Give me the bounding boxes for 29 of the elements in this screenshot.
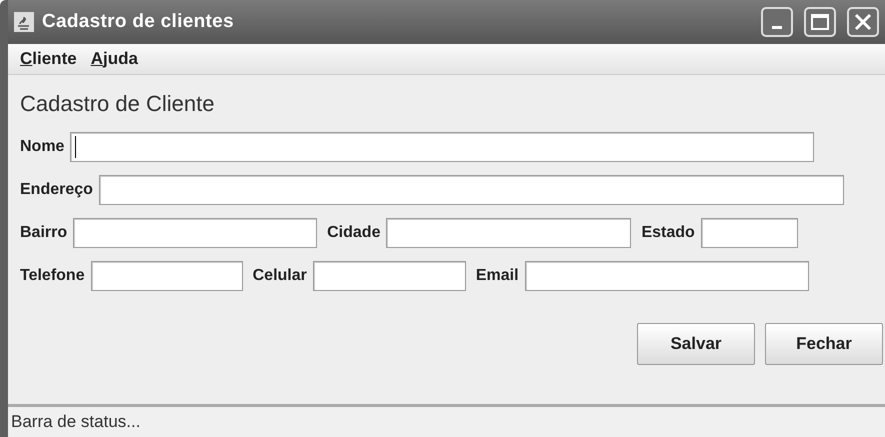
close-form-button[interactable]: Fechar: [765, 323, 883, 365]
input-field[interactable]: [98, 175, 844, 205]
close-icon: [854, 13, 872, 31]
field-label: Nome: [20, 138, 64, 156]
coffee-cup-icon: [14, 12, 34, 32]
input-field[interactable]: [90, 261, 243, 291]
field-label: Telefone: [20, 267, 85, 285]
input-field[interactable]: [73, 218, 318, 248]
form-heading: Cadastro de Cliente: [20, 91, 216, 117]
field-label: Cidade: [327, 224, 380, 242]
input-field[interactable]: [524, 261, 809, 291]
maximize-button[interactable]: [804, 7, 836, 37]
minimize-icon: [772, 26, 782, 28]
maximize-icon: [811, 14, 829, 30]
menu-item[interactable]: Cliente: [20, 49, 77, 69]
field-label: Endereço: [20, 181, 93, 199]
input-field[interactable]: [386, 218, 632, 248]
close-button[interactable]: [847, 7, 879, 37]
field-label: Bairro: [20, 224, 68, 242]
field-label: Estado: [641, 224, 695, 242]
window-title: Cadastro de clientes: [42, 11, 235, 33]
input-field[interactable]: [70, 132, 814, 162]
field-label: Celular: [252, 267, 307, 285]
menu-item[interactable]: Ajuda: [90, 49, 138, 69]
save-button[interactable]: Salvar: [637, 323, 755, 365]
field-label: Email: [476, 267, 519, 285]
input-field[interactable]: [312, 261, 466, 291]
minimize-button[interactable]: [761, 7, 793, 37]
input-field[interactable]: [700, 218, 798, 248]
